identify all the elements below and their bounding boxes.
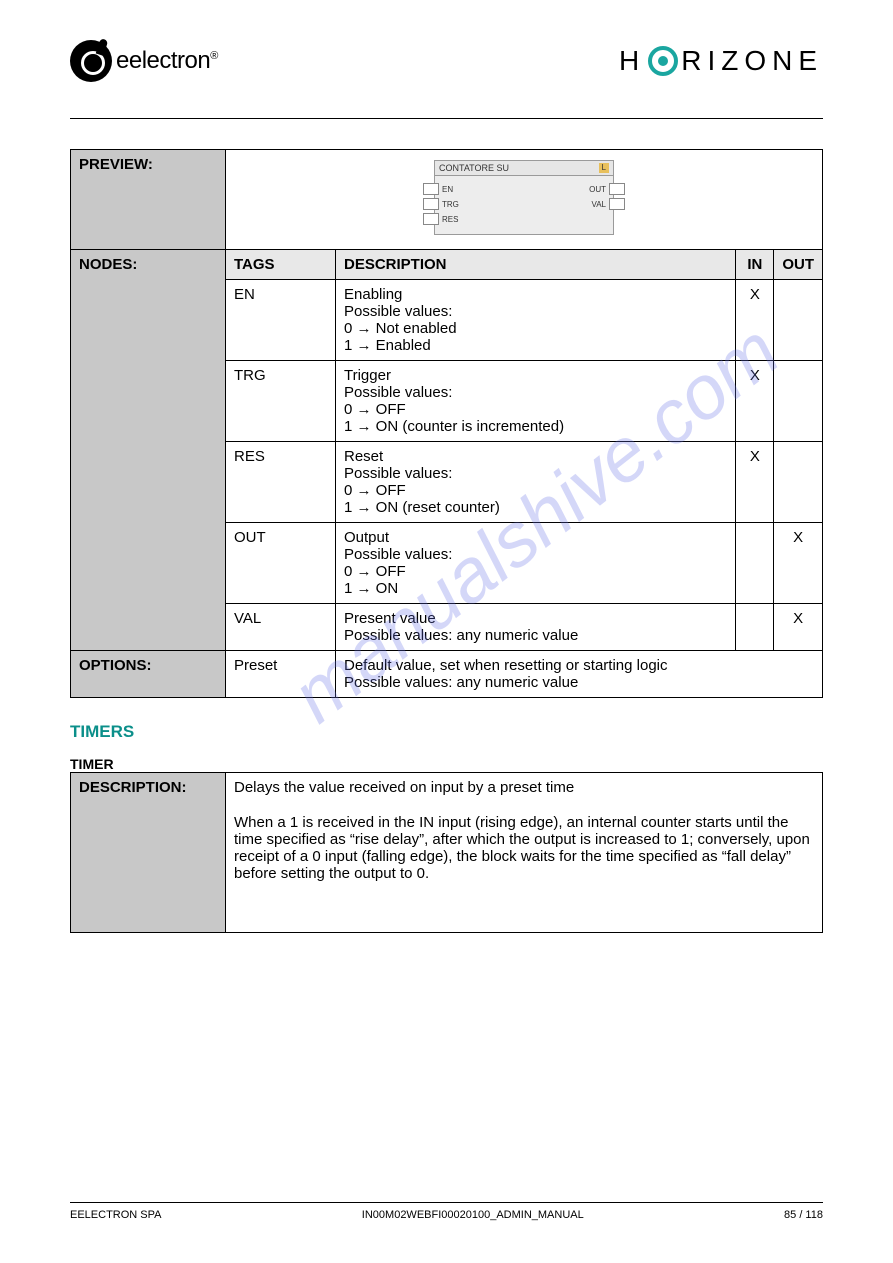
cell-in: X [736, 361, 774, 442]
options-tag: Preset [226, 651, 336, 698]
page-header: eelectron® H RIZONE [70, 40, 823, 82]
horizone-h: H [619, 45, 645, 77]
col-in: IN [736, 250, 774, 280]
port-socket-icon [423, 198, 439, 210]
footer-center: IN00M02WEBFI00020100_ADMIN_MANUAL [362, 1209, 584, 1221]
cell-tag: RES [226, 442, 336, 523]
horizone-rest: RIZONE [681, 45, 823, 77]
footer-left: EELECTRON SPA [70, 1209, 162, 1221]
cell-in: X [736, 280, 774, 361]
brand-name: eelectron® [116, 47, 218, 75]
col-out: OUT [774, 250, 823, 280]
preview-badge: L [599, 163, 609, 173]
timer-intro: Delays the value received on input by a … [234, 779, 814, 796]
cell-in: X [736, 442, 774, 523]
nodes-label: NODES: [71, 250, 226, 651]
cell-out [774, 442, 823, 523]
cell-tag: TRG [226, 361, 336, 442]
timer-desc-label: DESCRIPTION: [71, 773, 226, 933]
port-socket-icon [423, 183, 439, 195]
cell-out: X [774, 604, 823, 651]
subsection-heading-timer: TIMER [70, 756, 823, 772]
options-desc: Default value, set when resetting or sta… [336, 651, 823, 698]
cell-desc: Trigger Possible values: 0 → OFF 1 → ON … [336, 361, 736, 442]
swirl-icon [648, 46, 678, 76]
port-label: OUT [589, 185, 606, 194]
preview-diagram: CONTATORE SU L EN OUT TRG VAL RES [434, 160, 614, 235]
cell-desc: Output Possible values: 0 → OFF 1 → ON [336, 523, 736, 604]
cell-tag: VAL [226, 604, 336, 651]
port-label: EN [442, 185, 453, 194]
timer-body: When a 1 is received in the IN input (ri… [234, 814, 814, 882]
port-socket-icon [609, 198, 625, 210]
cell-tag: OUT [226, 523, 336, 604]
cell-tag: EN [226, 280, 336, 361]
port-label: TRG [442, 200, 459, 209]
section-heading-timers: TIMERS [70, 722, 823, 742]
cell-in [736, 523, 774, 604]
timer-table: DESCRIPTION: Delays the value received o… [70, 772, 823, 933]
eelectron-icon [70, 40, 112, 82]
preview-label: PREVIEW: [71, 150, 226, 250]
port-socket-icon [423, 213, 439, 225]
brand-text: eelectron [116, 47, 210, 74]
footer-right: 85 / 118 [784, 1209, 823, 1221]
page-footer: EELECTRON SPA IN00M02WEBFI00020100_ADMIN… [70, 1202, 823, 1221]
col-tags: TAGS [226, 250, 336, 280]
timer-desc-body: Delays the value received on input by a … [226, 773, 823, 933]
port-label: RES [442, 215, 458, 224]
options-label: OPTIONS: [71, 651, 226, 698]
brand-logo-right: H RIZONE [619, 45, 823, 77]
cell-in [736, 604, 774, 651]
preview-title-text: CONTATORE SU [439, 163, 509, 173]
cell-out [774, 280, 823, 361]
counter-table: PREVIEW: CONTATORE SU L EN OUT TRG VAL [70, 149, 823, 698]
col-desc: DESCRIPTION [336, 250, 736, 280]
brand-logo-left: eelectron® [70, 40, 218, 82]
cell-out: X [774, 523, 823, 604]
cell-desc: Reset Possible values: 0 → OFF 1 → ON (r… [336, 442, 736, 523]
cell-desc: Present value Possible values: any numer… [336, 604, 736, 651]
header-rule [70, 118, 823, 119]
cell-out [774, 361, 823, 442]
cell-desc: Enabling Possible values: 0 → Not enable… [336, 280, 736, 361]
registered-icon: ® [210, 50, 218, 62]
port-socket-icon [609, 183, 625, 195]
port-label: VAL [591, 200, 606, 209]
